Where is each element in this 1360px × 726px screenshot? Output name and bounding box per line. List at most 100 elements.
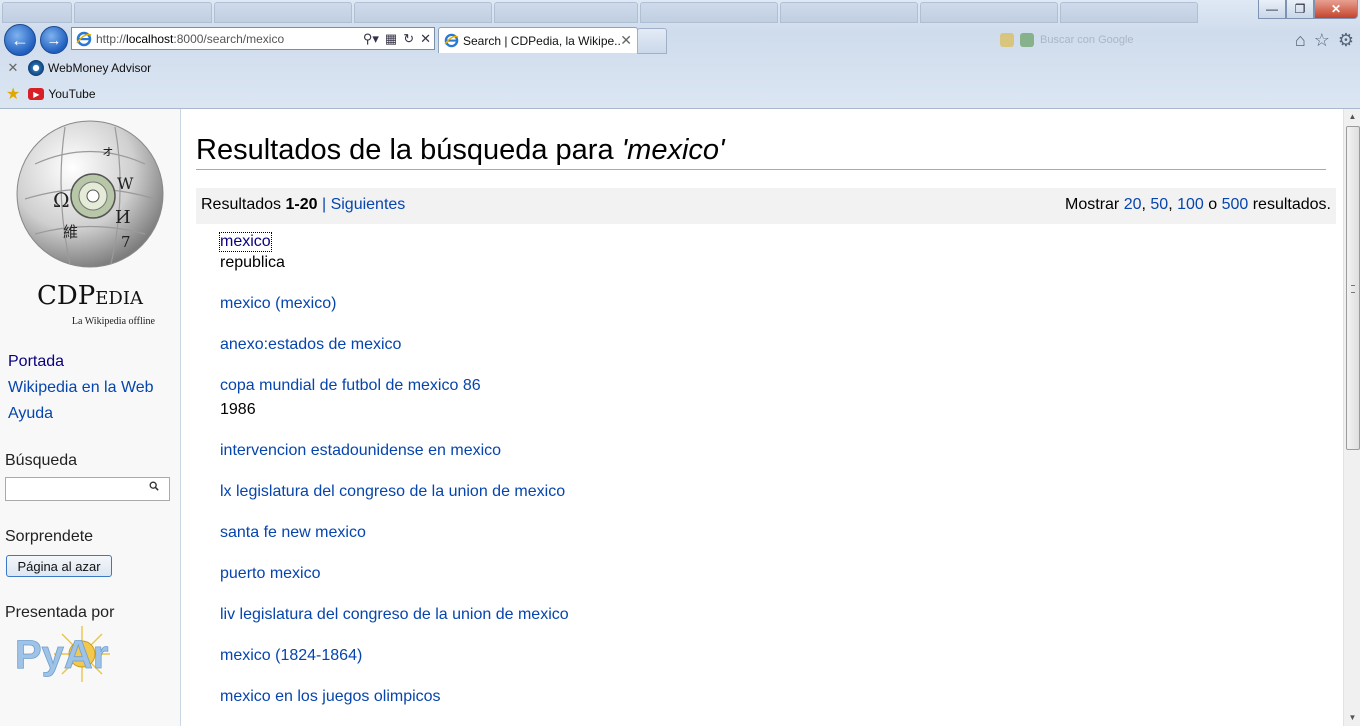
ie-page-icon xyxy=(76,31,92,46)
background-tab[interactable] xyxy=(74,2,212,23)
background-tab[interactable] xyxy=(640,2,778,23)
background-tab[interactable] xyxy=(354,2,492,23)
scroll-down-icon[interactable]: ▼ xyxy=(1344,710,1360,726)
search-icon[interactable] xyxy=(149,481,159,491)
search-input[interactable] xyxy=(5,477,170,501)
toolbar-addon-icon xyxy=(1000,33,1014,47)
list-item: liv legislatura del congreso de la union… xyxy=(220,603,1320,627)
favorites-star-icon[interactable]: ☆ xyxy=(1314,30,1330,51)
home-icon[interactable]: ⌂ xyxy=(1295,30,1306,51)
back-button[interactable]: ← xyxy=(4,24,36,56)
show-100-link[interactable]: 100 xyxy=(1177,196,1204,213)
close-window-icon[interactable]: ✕ xyxy=(1314,0,1358,19)
url-path: :8000/search/mexico xyxy=(173,31,285,46)
result-link[interactable]: anexo:estados de mexico xyxy=(220,333,1320,357)
youtube-icon: ▶ xyxy=(28,88,45,100)
browser-tools: ⌂ ☆ ⚙ xyxy=(1295,30,1354,51)
show-50-link[interactable]: 50 xyxy=(1150,196,1168,213)
result-link[interactable]: intervencion estadounidense en mexico xyxy=(220,439,1320,463)
presented-by-heading: Presentada por xyxy=(5,604,115,621)
search-dropdown-icon[interactable]: ⚲▾ xyxy=(363,31,379,47)
list-item: copa mundial de futbol de mexico 86 1986 xyxy=(220,374,1320,422)
browser-chrome: — ❐ ✕ ← → http://localhost:8000/search/m… xyxy=(0,0,1360,109)
favorites-bar: ★ ▶ YouTube xyxy=(0,84,96,104)
url-host: localhost xyxy=(126,31,174,46)
title-divider xyxy=(196,169,1326,170)
page-title-query: 'mexico' xyxy=(621,134,725,166)
show-or: o xyxy=(1203,196,1222,213)
logo-subtitle: La Wikipedia offline xyxy=(71,316,155,327)
show-suffix: resultados. xyxy=(1248,196,1331,213)
webmoney-icon xyxy=(28,60,44,76)
svg-text:ォ: ォ xyxy=(101,144,114,159)
result-link[interactable]: puerto mexico xyxy=(220,562,1320,586)
logo-name: CDPedia xyxy=(37,281,143,311)
vertical-scrollbar[interactable]: ▲ ▼ xyxy=(1343,109,1360,726)
scrollbar-thumb[interactable] xyxy=(1346,126,1360,450)
list-item: lx legislatura del congreso de la union … xyxy=(220,480,1320,504)
sidebar-nav: Portada Wikipedia en la Web Ayuda xyxy=(8,349,154,427)
youtube-favorite-link[interactable]: YouTube xyxy=(48,87,95,101)
close-toolbar-icon[interactable]: ✕ xyxy=(6,60,20,76)
compatibility-view-icon[interactable]: ▦ xyxy=(385,31,397,47)
refresh-icon[interactable]: ↻ xyxy=(403,31,414,47)
restore-icon[interactable]: ❐ xyxy=(1286,0,1314,19)
svg-text:維: 維 xyxy=(63,223,78,241)
result-link[interactable]: santa fe new mexico xyxy=(220,521,1320,545)
forward-button[interactable]: → xyxy=(40,26,68,54)
result-link[interactable]: copa mundial de futbol de mexico 86 xyxy=(220,374,1320,398)
results-list: mexico republica mexico (mexico) anexo:e… xyxy=(219,230,1320,726)
results-range-value: 1-20 xyxy=(285,196,318,213)
results-bar: Resultados 1-20 | Siguientes Mostrar 20,… xyxy=(196,188,1336,224)
result-link[interactable]: mexico (mexico) xyxy=(220,292,1320,316)
background-tab[interactable] xyxy=(920,2,1058,23)
main-content: Resultados de la búsqueda para 'mexico' … xyxy=(181,109,1343,726)
active-tab[interactable]: Search | CDPedia, la Wikipe... ✕ xyxy=(438,27,638,53)
favorites-add-icon[interactable]: ★ xyxy=(6,84,20,104)
scrollbar-grip xyxy=(1351,285,1355,293)
sidebar-item-wikipedia-web[interactable]: Wikipedia en la Web xyxy=(8,375,154,401)
list-item: mexico republica xyxy=(219,230,1320,275)
result-link[interactable]: liv legislatura del congreso de la union… xyxy=(220,603,1320,627)
webmoney-advisor-link[interactable]: WebMoney Advisor xyxy=(48,61,151,75)
search-heading: Búsqueda xyxy=(5,452,78,469)
background-tab[interactable] xyxy=(1060,2,1198,23)
results-per-page: Mostrar 20, 50, 100 o 500 resultados. xyxy=(1065,196,1331,213)
toolbar-search[interactable]: Buscar con Google xyxy=(1000,30,1180,50)
result-snippet: republica xyxy=(220,254,285,271)
url-text[interactable]: http://localhost:8000/search/mexico xyxy=(96,32,360,46)
minimize-icon[interactable]: — xyxy=(1258,0,1286,19)
background-tab[interactable] xyxy=(494,2,638,23)
background-tab[interactable] xyxy=(2,2,72,23)
random-page-button[interactable]: Página al azar xyxy=(6,555,112,577)
show-500-link[interactable]: 500 xyxy=(1222,196,1249,213)
cdpedia-logo[interactable]: Ω W И 維 ォ 7 CDPedia La Wikipedia offline xyxy=(12,117,168,327)
stop-icon[interactable]: ✕ xyxy=(420,31,431,47)
page-title-prefix: Resultados de la búsqueda para xyxy=(196,134,622,166)
result-link[interactable]: mexico xyxy=(219,232,272,252)
new-tab-button[interactable] xyxy=(637,28,667,54)
result-link[interactable]: mexico en los juegos olimpicos xyxy=(220,685,1320,709)
show-20-link[interactable]: 20 xyxy=(1124,196,1142,213)
background-tab[interactable] xyxy=(214,2,352,23)
scroll-up-icon[interactable]: ▲ xyxy=(1344,109,1360,125)
ie-tab-icon xyxy=(444,33,459,48)
show-label: Mostrar xyxy=(1065,196,1124,213)
result-link[interactable]: lx legislatura del congreso de la union … xyxy=(220,480,1320,504)
address-bar[interactable]: http://localhost:8000/search/mexico ⚲▾ ▦… xyxy=(71,27,435,50)
page-title: Resultados de la búsqueda para 'mexico' xyxy=(196,134,725,167)
background-tabs-strip xyxy=(0,0,1250,23)
gear-icon[interactable]: ⚙ xyxy=(1338,30,1354,51)
result-link[interactable]: mexico (1824-1864) xyxy=(220,644,1320,668)
sidebar-item-ayuda[interactable]: Ayuda xyxy=(8,401,154,427)
pyar-logo[interactable]: PyAr xyxy=(15,624,155,684)
svg-text:W: W xyxy=(117,174,134,193)
background-tab[interactable] xyxy=(780,2,918,23)
list-item: intervencion estadounidense en mexico xyxy=(220,439,1320,463)
sidebar-item-portada[interactable]: Portada xyxy=(8,349,154,375)
svg-text:Ω: Ω xyxy=(53,188,70,212)
pyar-logo-text: PyAr xyxy=(15,633,108,677)
tab-title: Search | CDPedia, la Wikipe... xyxy=(463,33,621,48)
tab-close-icon[interactable]: ✕ xyxy=(620,32,632,49)
next-page-link[interactable]: Siguientes xyxy=(331,196,406,213)
